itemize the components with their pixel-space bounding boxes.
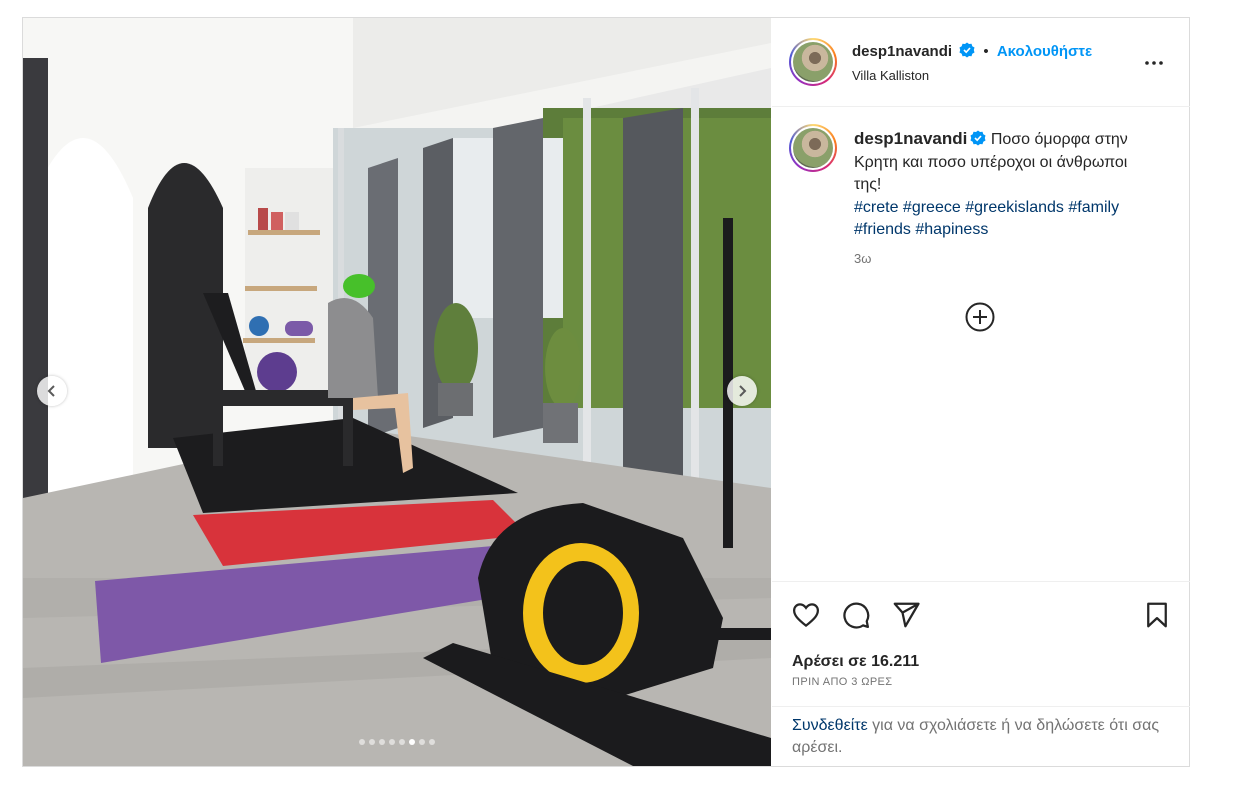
- header-user-line: desp1navandi • Ακολουθήστε: [852, 42, 1092, 60]
- carousel-dot: [399, 739, 405, 745]
- carousel-dot: [419, 739, 425, 745]
- hashtag-link[interactable]: #friends: [854, 221, 911, 238]
- carousel-dot: [429, 739, 435, 745]
- hashtag-link[interactable]: #hapiness: [915, 221, 988, 238]
- carousel-dot: [379, 739, 385, 745]
- add-circle-icon[interactable]: [964, 301, 996, 333]
- bookmark-icon[interactable]: [1142, 600, 1172, 630]
- carousel-dot-active: [409, 739, 415, 745]
- login-link[interactable]: Συνδεθείτε: [792, 717, 868, 734]
- location-link[interactable]: Villa Kalliston: [852, 68, 929, 83]
- likes-count[interactable]: Αρέσει σε 16.211: [792, 653, 919, 671]
- caption-username[interactable]: desp1navandi: [854, 129, 967, 148]
- posted-time[interactable]: ΠΡΙΝ ΑΠΟ 3 ΩΡΕΣ: [792, 676, 893, 688]
- carousel-dot: [389, 739, 395, 745]
- chevron-left-icon: [47, 385, 55, 397]
- instagram-post: desp1navandi • Ακολουθήστε Villa Kallist…: [22, 17, 1190, 767]
- username-link[interactable]: desp1navandi: [852, 43, 952, 60]
- carousel-prev-button[interactable]: [37, 376, 67, 406]
- carousel-next-button[interactable]: [727, 376, 757, 406]
- carousel-indicator: [23, 739, 771, 745]
- chevron-right-icon: [739, 385, 747, 397]
- heart-icon[interactable]: [791, 600, 821, 630]
- hashtag-link[interactable]: #greece: [903, 199, 961, 216]
- send-icon[interactable]: [891, 600, 921, 630]
- caption-text: desp1navandi Ποσο όμορφα στην Κρητη και …: [854, 128, 1154, 242]
- post-side-panel: desp1navandi • Ακολουθήστε Villa Kallist…: [772, 18, 1190, 766]
- post-header: desp1navandi • Ακολουθήστε Villa Kallist…: [772, 18, 1190, 107]
- caption-avatar[interactable]: [789, 124, 837, 172]
- hashtag-link[interactable]: #crete: [854, 199, 898, 216]
- hashtag-link[interactable]: #greekislands: [965, 199, 1064, 216]
- verified-badge-icon: [959, 42, 975, 58]
- avatar[interactable]: [789, 38, 837, 86]
- hashtag-link[interactable]: #family: [1068, 199, 1119, 216]
- follow-button[interactable]: Ακολουθήστε: [997, 43, 1092, 60]
- gym-room-photo: [23, 18, 771, 766]
- more-options-icon[interactable]: [1142, 51, 1166, 75]
- hashtags: #crete #greece #greekislands #family #fr…: [854, 199, 1119, 239]
- comment-icon[interactable]: [841, 600, 871, 630]
- actions-divider: [772, 581, 1190, 582]
- separator-dot: •: [983, 43, 989, 60]
- carousel-dot: [369, 739, 375, 745]
- comment-divider: [772, 706, 1190, 707]
- login-prompt: Συνδεθείτε για να σχολιάσετε ή να δηλώσε…: [792, 715, 1182, 759]
- verified-badge-icon: [970, 130, 986, 146]
- caption-age[interactable]: 3ω: [854, 251, 871, 266]
- post-photo[interactable]: [23, 18, 771, 766]
- carousel-dot: [359, 739, 365, 745]
